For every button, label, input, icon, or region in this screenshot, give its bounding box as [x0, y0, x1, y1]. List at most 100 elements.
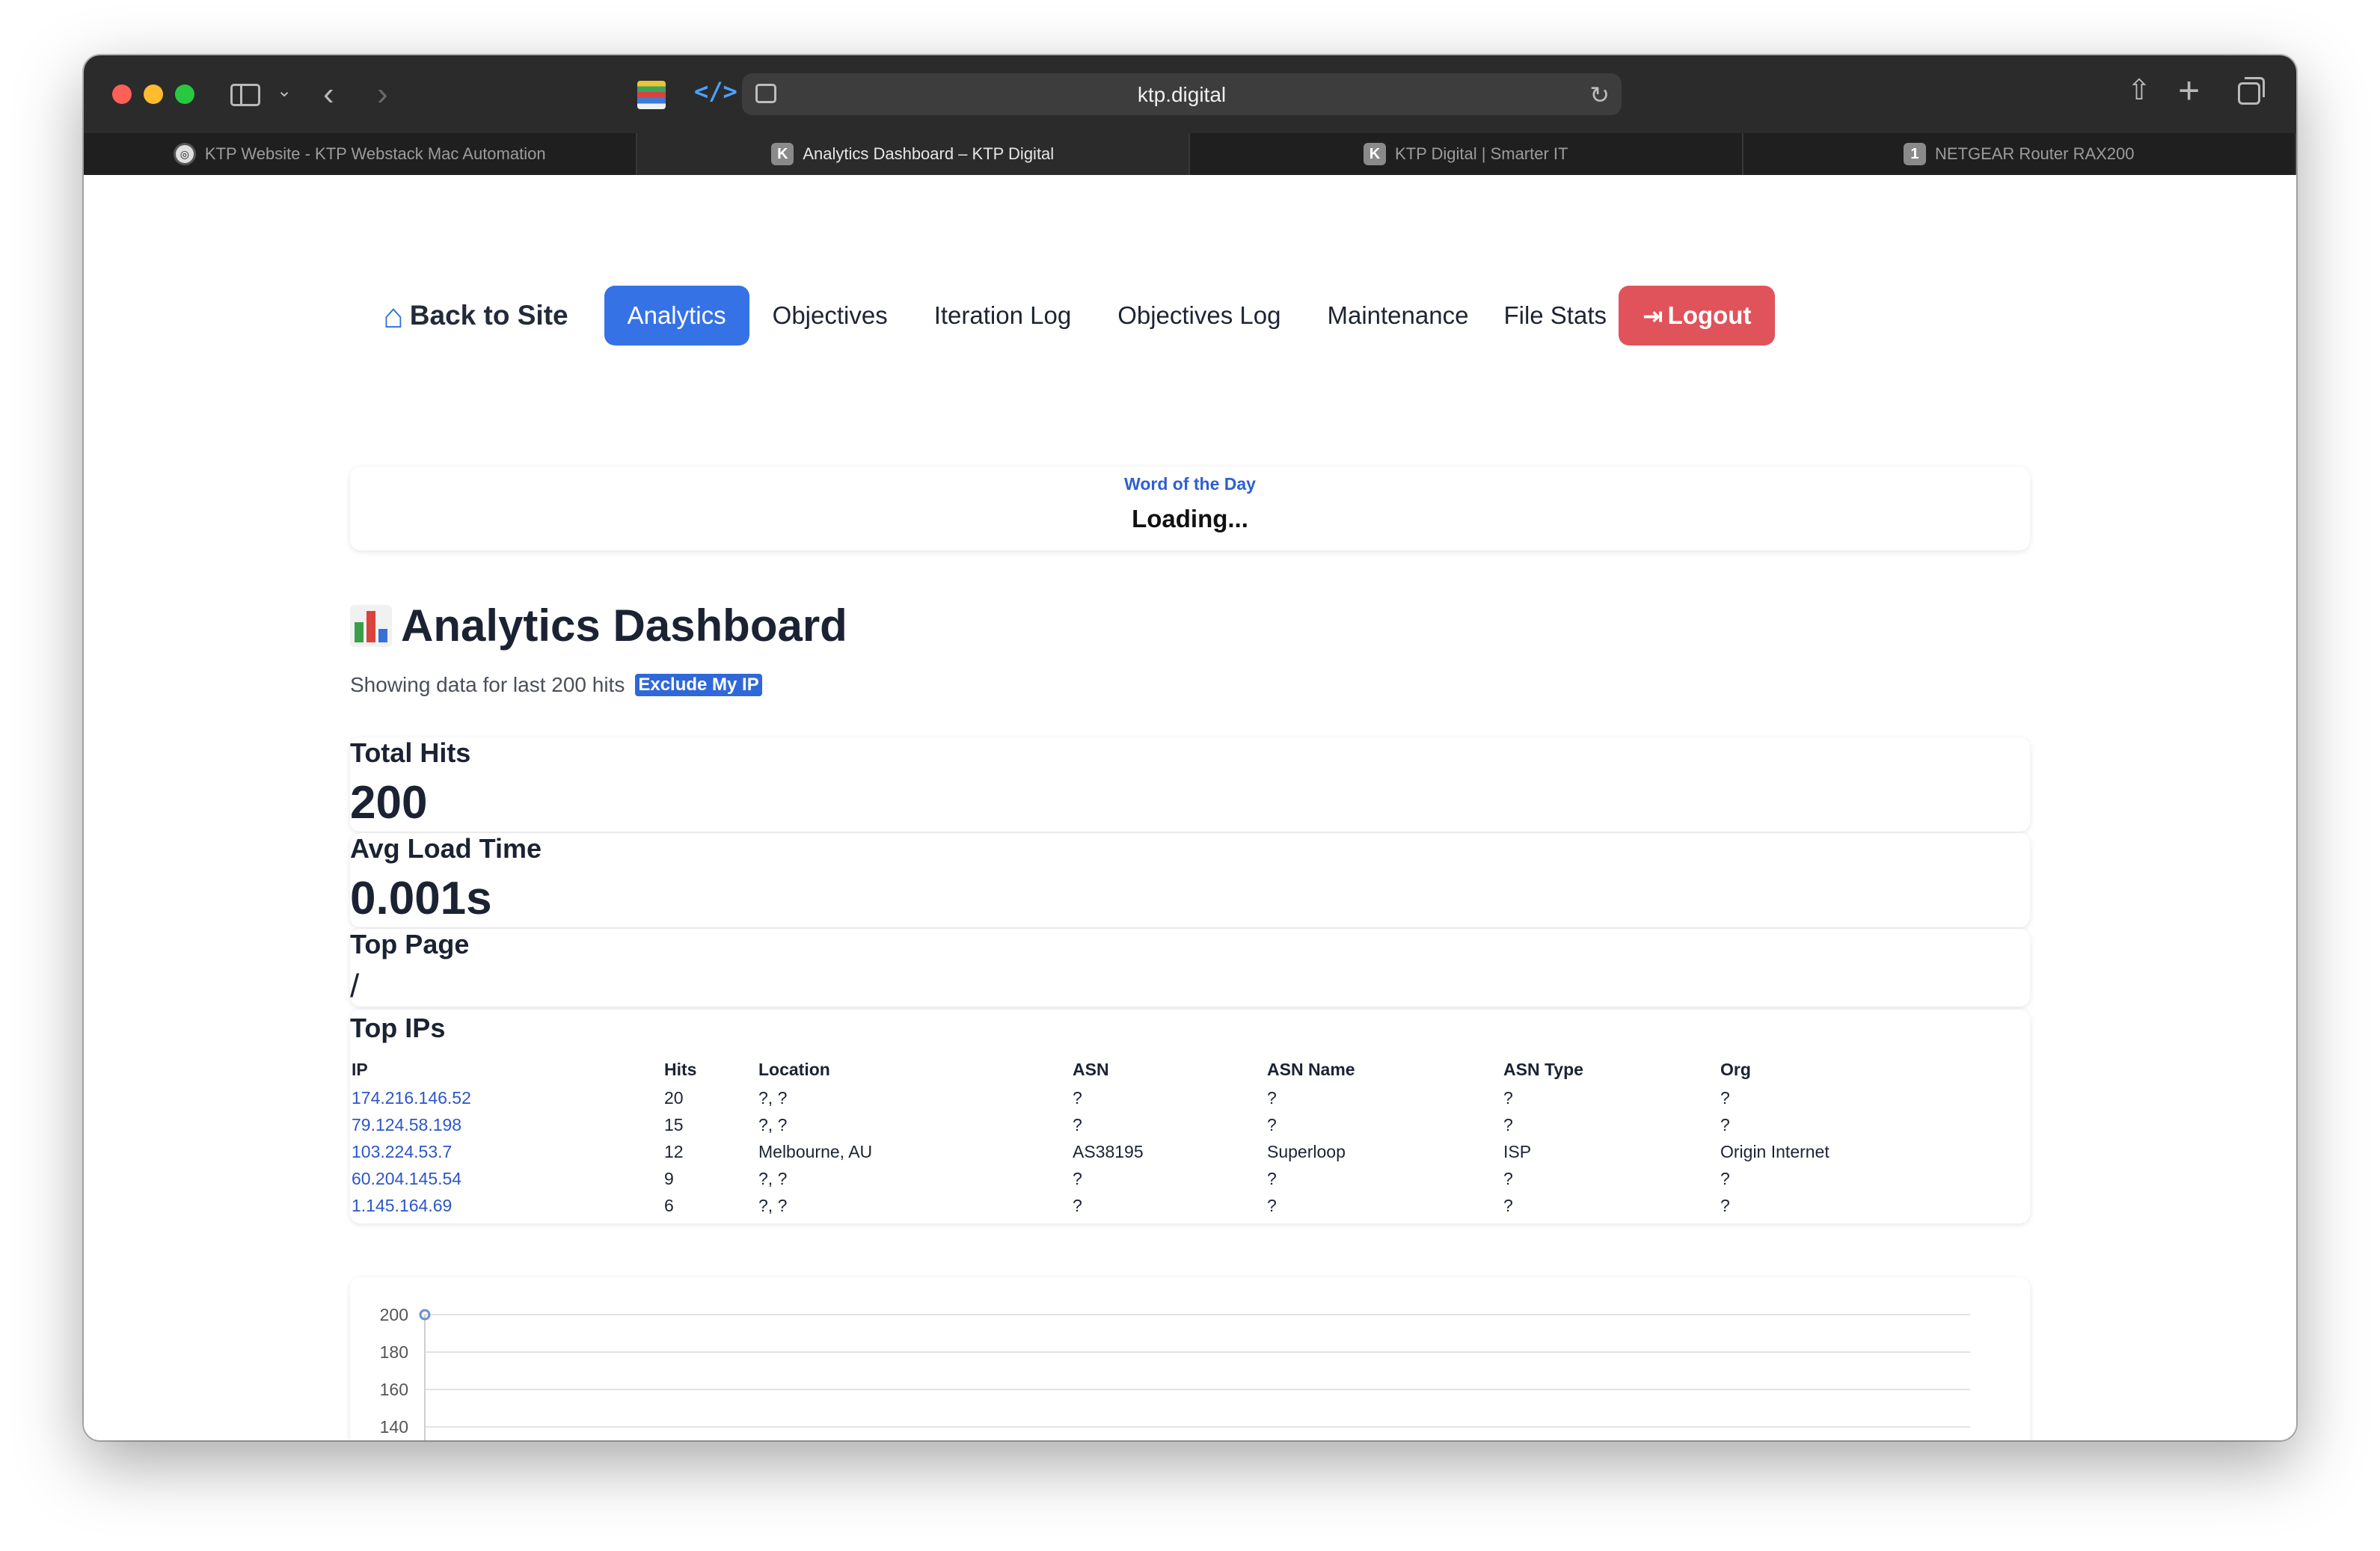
nav-maintenance[interactable]: Maintenance: [1304, 286, 1491, 345]
table-row: 1.145.164.69 6 ?, ? ? ? ? ?: [350, 1192, 1943, 1219]
table-cell: ?: [1073, 1087, 1082, 1108]
column-header: Hits: [664, 1059, 697, 1079]
column-header: ASN Name: [1267, 1059, 1355, 1079]
browser-tab[interactable]: 1 NETGEAR Router RAX200: [1743, 133, 2296, 175]
ip-link[interactable]: 103.224.53.7: [350, 1138, 663, 1165]
table-cell: AS38195: [1073, 1141, 1144, 1161]
table-cell: ?: [1503, 1168, 1513, 1188]
nav-file-stats[interactable]: File Stats: [1491, 286, 1619, 345]
site-favicon-icon: K: [771, 143, 794, 165]
site-favicon-icon: 1: [1903, 143, 1926, 165]
table-row: 103.224.53.7 12 Melbourne, AU AS38195 Su…: [350, 1138, 1943, 1165]
chevron-down-icon[interactable]: ⌄: [277, 82, 292, 100]
table-cell: ?: [1267, 1195, 1277, 1215]
column-header: Org: [1720, 1059, 1751, 1079]
ip-link[interactable]: 79.124.58.198: [350, 1111, 663, 1138]
table-cell: 6: [664, 1195, 674, 1215]
web-page: ⌂ Back to Site Analytics Objectives Iter…: [84, 175, 2296, 1440]
site-favicon-icon: ◎: [173, 143, 196, 165]
back-to-site-label: Back to Site: [409, 300, 568, 331]
top-page-card: Top Page /: [350, 929, 2030, 1007]
y-tick-label: 200: [380, 1305, 408, 1324]
page-title: Analytics Dashboard: [350, 600, 847, 651]
dashboard-subtitle: Showing data for last 200 hits Exclude M…: [350, 673, 762, 697]
table-cell: ?: [1073, 1114, 1082, 1134]
table-cell: Origin Internet: [1720, 1141, 1830, 1161]
ip-link[interactable]: 60.204.145.54: [350, 1165, 663, 1192]
nav-analytics[interactable]: Analytics: [604, 286, 749, 345]
browser-tab-active[interactable]: K Analytics Dashboard – KTP Digital: [637, 133, 1190, 175]
share-icon[interactable]: ⇧: [2127, 76, 2151, 105]
tab-overview-icon[interactable]: [2238, 77, 2265, 105]
code-extension-icon[interactable]: </>: [694, 79, 737, 103]
browser-tab[interactable]: ◎ KTP Website - KTP Webstack Mac Automat…: [84, 133, 637, 175]
top-page-label: Top Page: [350, 929, 470, 959]
table-cell: 9: [664, 1168, 674, 1188]
hits-chart: 200180160140120100: [380, 1305, 1970, 1440]
forward-arrow-icon[interactable]: ›: [377, 78, 388, 111]
exclude-my-ip-button[interactable]: Exclude My IP: [635, 674, 762, 696]
table-header-row: IP Hits Location ASN ASN Name ASN Type O…: [350, 1059, 1943, 1084]
subtitle-text: Showing data for last 200 hits: [350, 673, 625, 696]
table-cell: ?: [1073, 1168, 1082, 1188]
total-hits-label: Total Hits: [350, 737, 471, 768]
top-ips-card: Top IPs IP Hits Location ASN ASN Name AS…: [350, 1010, 2030, 1223]
browser-tab[interactable]: K KTP Digital | Smarter IT: [1190, 133, 1743, 175]
table-cell: ?: [1720, 1087, 1730, 1108]
logout-button[interactable]: ⇥ Logout: [1619, 286, 1776, 345]
table-cell: ?: [1267, 1168, 1277, 1188]
zoom-window-button[interactable]: [175, 85, 194, 104]
table-cell: 15: [664, 1114, 684, 1134]
table-row: 60.204.145.54 9 ?, ? ? ? ? ?: [350, 1165, 1943, 1192]
close-window-button[interactable]: [112, 85, 132, 104]
ip-link[interactable]: 174.216.146.52: [350, 1084, 663, 1111]
bar-chart-icon: [350, 604, 392, 647]
site-favicon-icon: K: [1364, 143, 1386, 165]
page-title-text: Analytics Dashboard: [401, 601, 847, 651]
new-tab-icon[interactable]: +: [2178, 72, 2200, 109]
tab-strip: ◎ KTP Website - KTP Webstack Mac Automat…: [84, 133, 2296, 175]
table-cell: Superloop: [1267, 1141, 1346, 1161]
hits-chart-card: 200180160140120100: [350, 1277, 2030, 1440]
table-row: 174.216.146.52 20 ?, ? ? ? ? ?: [350, 1084, 1943, 1111]
table-cell: Melbourne, AU: [758, 1141, 873, 1161]
color-extension-icon[interactable]: [637, 81, 666, 109]
column-header: Location: [758, 1059, 830, 1079]
reload-icon[interactable]: ↻: [1589, 81, 1610, 109]
nav-iteration-log[interactable]: Iteration Log: [911, 286, 1094, 345]
logout-label: Logout: [1667, 301, 1752, 329]
top-page-value: /: [350, 968, 360, 1004]
table-cell: ?: [1503, 1114, 1513, 1134]
tab-title: KTP Website - KTP Webstack Mac Automatio…: [204, 144, 546, 163]
table-row: 79.124.58.198 15 ?, ? ? ? ? ?: [350, 1111, 1943, 1138]
minimize-window-button[interactable]: [144, 85, 163, 104]
nav-objectives[interactable]: Objectives: [749, 286, 911, 345]
top-navigation: ⌂ Back to Site Analytics Objectives Iter…: [375, 286, 1776, 345]
table-cell: ISP: [1503, 1141, 1532, 1161]
browser-window: ⌄ ‹ › </> ktp.digital ↻ ⇧ + ◎ KTP Websit…: [84, 55, 2296, 1440]
table-cell: 12: [664, 1141, 684, 1161]
browser-toolbar: ⌄ ‹ › </> ktp.digital ↻ ⇧ +: [84, 55, 2296, 133]
sidebar-toggle-icon[interactable]: [230, 84, 260, 106]
table-cell: ?: [1720, 1168, 1730, 1188]
word-of-the-day-card: Word of the Day Loading...: [350, 467, 2030, 550]
column-header: ASN Type: [1503, 1059, 1583, 1079]
table-cell: ?: [1503, 1195, 1513, 1215]
avg-load-time-value: 0.001s: [350, 873, 492, 924]
table-cell: ?: [1720, 1195, 1730, 1215]
url-text[interactable]: ktp.digital: [742, 83, 1622, 107]
ip-link[interactable]: 1.145.164.69: [350, 1192, 663, 1219]
table-cell: ?: [1720, 1114, 1730, 1134]
nav-objectives-log[interactable]: Objectives Log: [1094, 286, 1304, 345]
top-ips-title: Top IPs: [350, 1013, 446, 1043]
back-to-site-link[interactable]: ⌂ Back to Site: [383, 298, 568, 333]
y-tick-label: 160: [380, 1380, 408, 1399]
address-bar[interactable]: ktp.digital ↻: [742, 73, 1622, 115]
y-tick-label: 140: [380, 1417, 408, 1437]
back-arrow-icon[interactable]: ‹: [323, 78, 334, 111]
table-cell: ?: [1267, 1087, 1277, 1108]
table-cell: ?, ?: [758, 1114, 788, 1134]
column-header: IP: [352, 1059, 368, 1079]
y-tick-label: 180: [380, 1342, 408, 1362]
table-cell: ?: [1267, 1114, 1277, 1134]
